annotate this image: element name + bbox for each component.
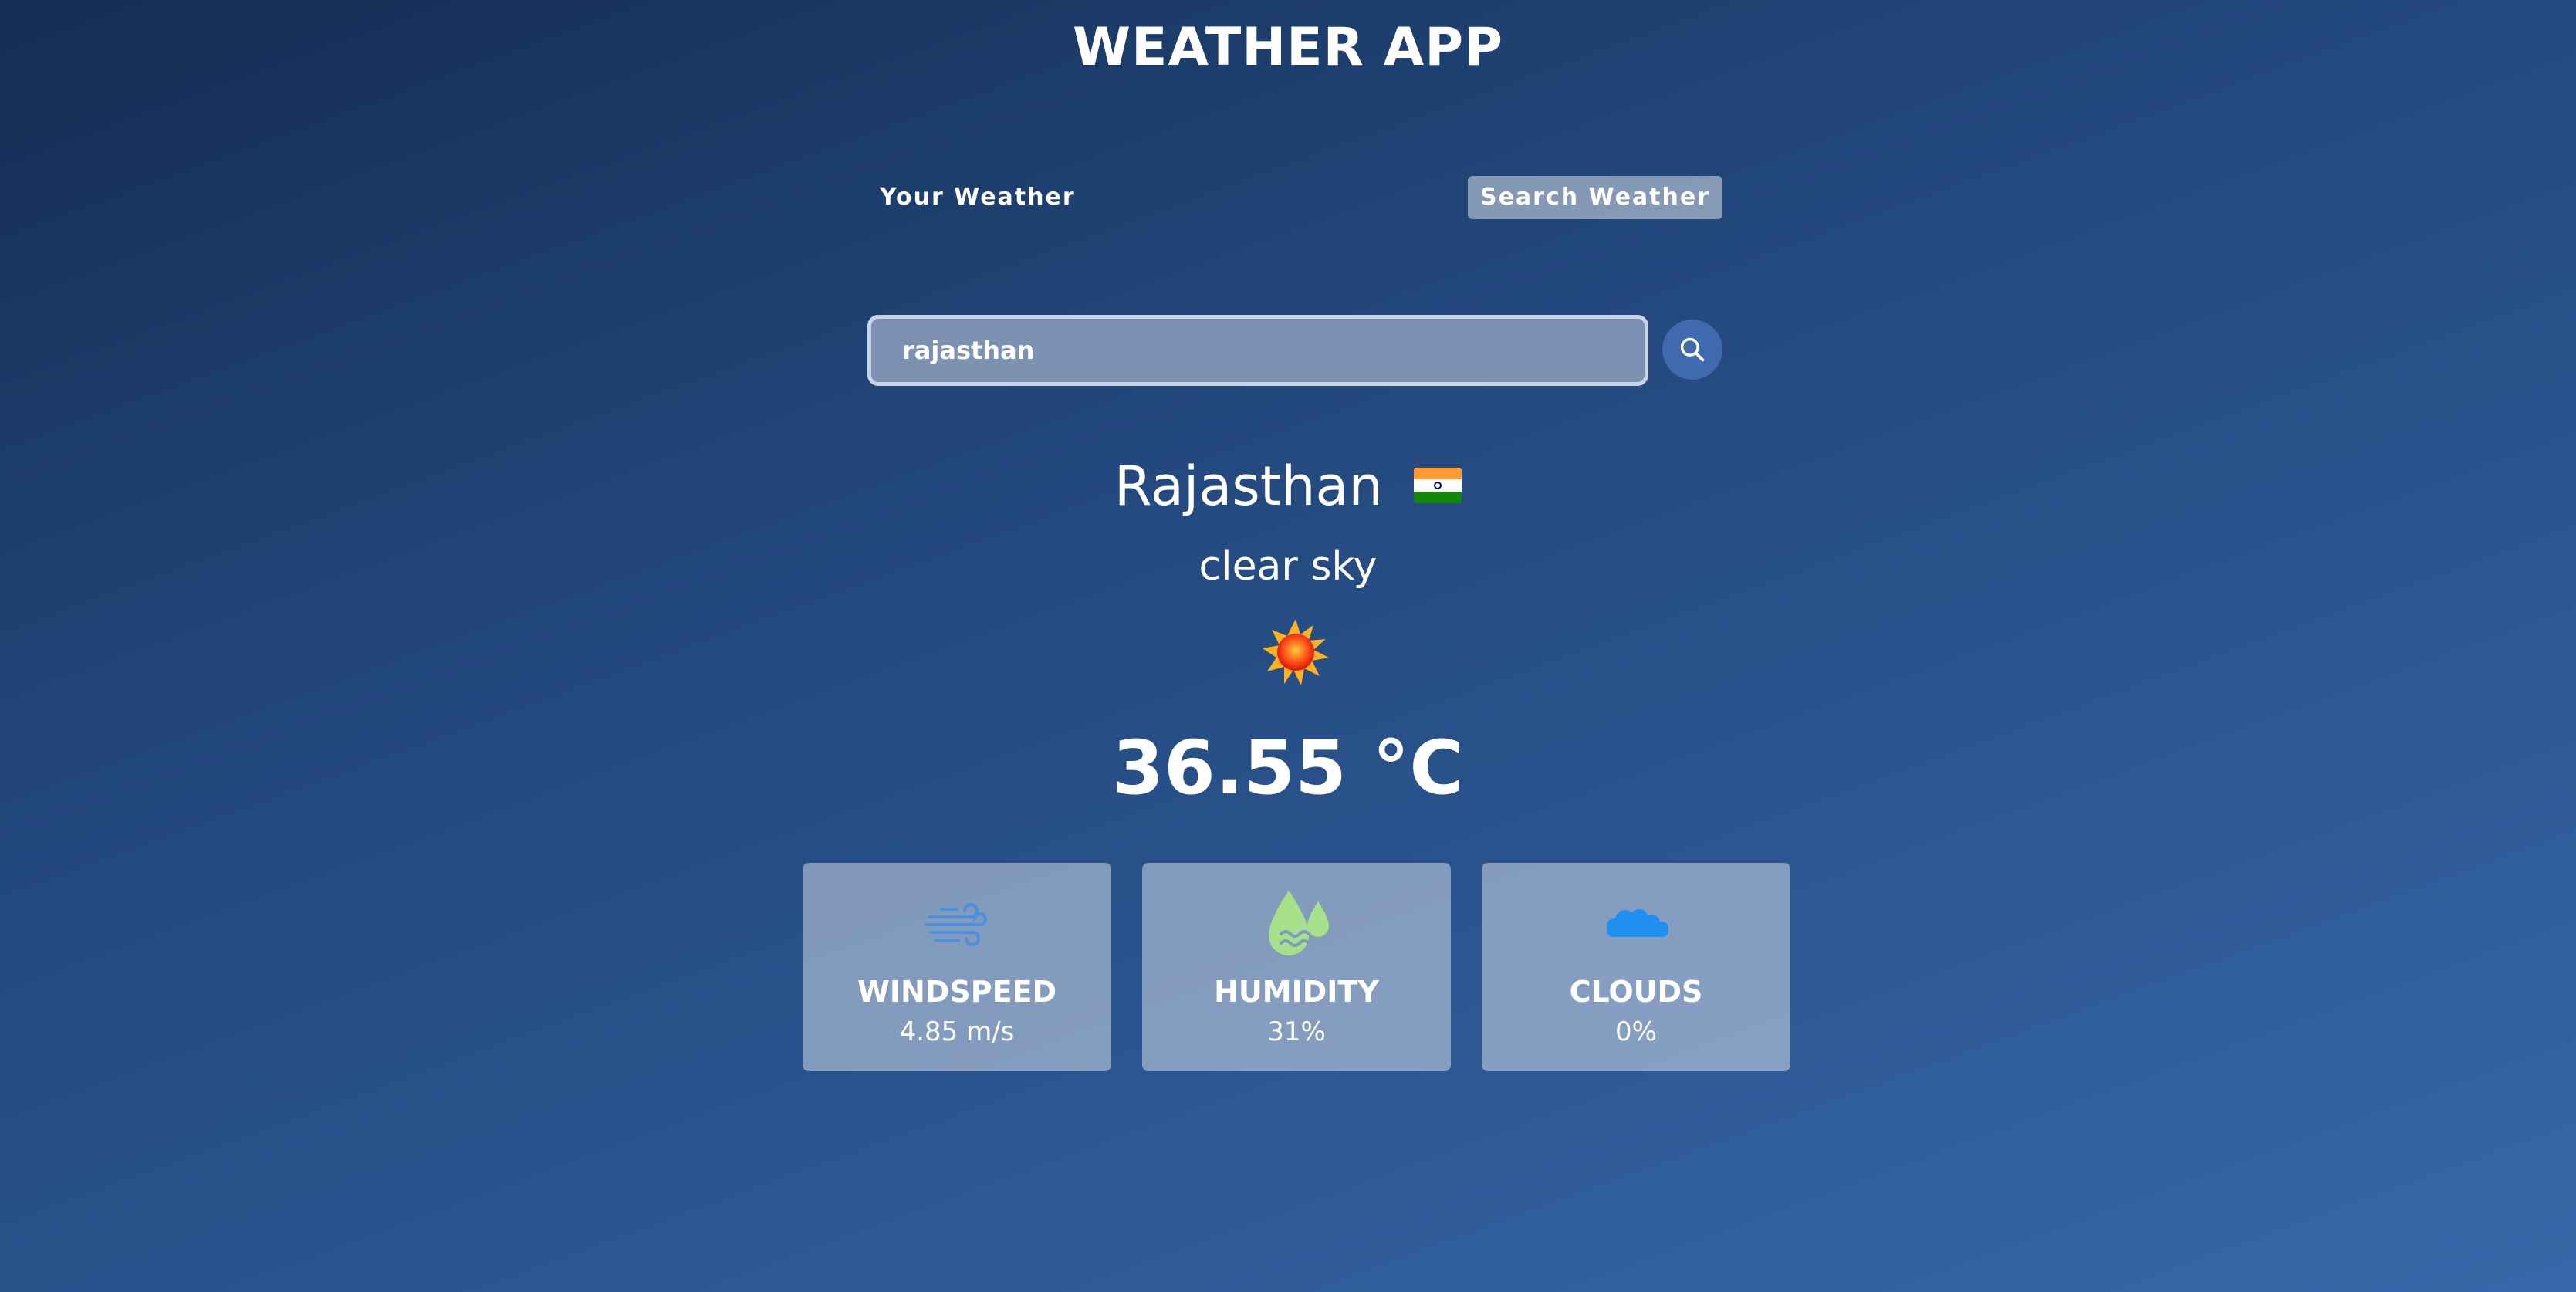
windspeed-value: 4.85 m/s <box>899 1016 1015 1047</box>
humidity-drops-icon <box>1258 888 1335 965</box>
india-flag-icon <box>1414 467 1462 503</box>
humidity-value: 31% <box>1267 1016 1326 1047</box>
humidity-label: HUMIDITY <box>1214 975 1379 1009</box>
city-name: Rajasthan <box>1114 455 1383 518</box>
windspeed-label: WINDSPEED <box>857 975 1057 1009</box>
search-form <box>867 315 1722 386</box>
humidity-card: HUMIDITY 31% <box>1142 863 1451 1071</box>
clouds-card: CLOUDS 0% <box>1482 863 1790 1071</box>
tab-your-weather[interactable]: Your Weather <box>867 176 1088 219</box>
app-title: WEATHER APP <box>1073 17 1503 78</box>
cloud-icon <box>1597 888 1675 965</box>
tab-bar: Your Weather Search Weather <box>867 176 1722 221</box>
search-input[interactable] <box>867 315 1648 386</box>
clouds-value: 0% <box>1615 1016 1657 1047</box>
search-icon <box>1680 337 1705 362</box>
sun-icon <box>1261 617 1330 687</box>
temperature: 36.55 °C <box>1112 725 1464 811</box>
wind-icon <box>918 888 996 965</box>
weather-description: clear sky <box>1198 543 1378 590</box>
windspeed-card: WINDSPEED 4.85 m/s <box>803 863 1111 1071</box>
stats-cards: WINDSPEED 4.85 m/s HUMIDITY 31% CLOUDS 0… <box>803 863 1790 1071</box>
city-heading: Rajasthan <box>0 448 2576 525</box>
clouds-label: CLOUDS <box>1569 975 1703 1009</box>
search-button[interactable] <box>1662 320 1722 380</box>
tab-search-weather[interactable]: Search Weather <box>1467 176 1722 219</box>
